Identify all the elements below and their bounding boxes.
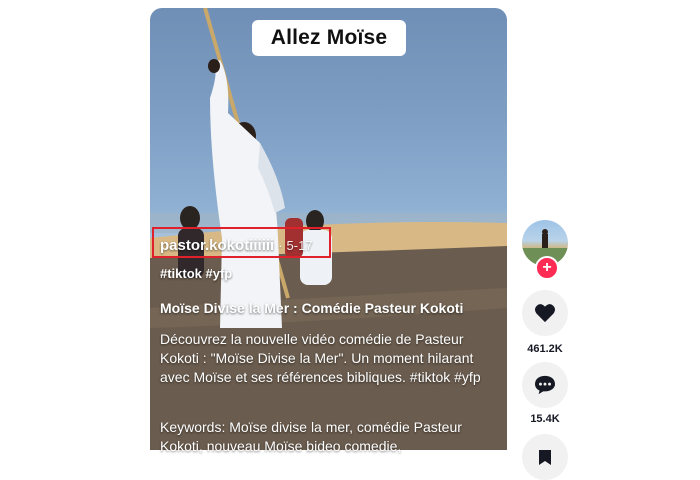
video-keywords: Keywords: Moïse divise la mer, comédie P…: [160, 419, 462, 454]
comment-button[interactable]: [522, 362, 568, 408]
video-description: Découvrez la nouvelle vidéo comédie de P…: [160, 331, 481, 385]
hashtags[interactable]: #tiktok #yfp: [160, 266, 500, 281]
follow-button[interactable]: +: [535, 256, 559, 280]
comment-count: 15.4K: [530, 413, 560, 425]
save-button[interactable]: [522, 434, 568, 480]
bookmark-icon: [539, 450, 551, 465]
like-button[interactable]: [522, 290, 568, 336]
video-caption-overlay: Allez Moïse: [252, 20, 406, 56]
like-count: 461.2K: [527, 343, 563, 355]
annotation-highlight-box: [152, 227, 331, 258]
heart-icon: [535, 304, 555, 323]
comment-icon: [535, 375, 555, 395]
video-title: Moïse Divise la Mer : Comédie Pasteur Ko…: [160, 300, 464, 316]
